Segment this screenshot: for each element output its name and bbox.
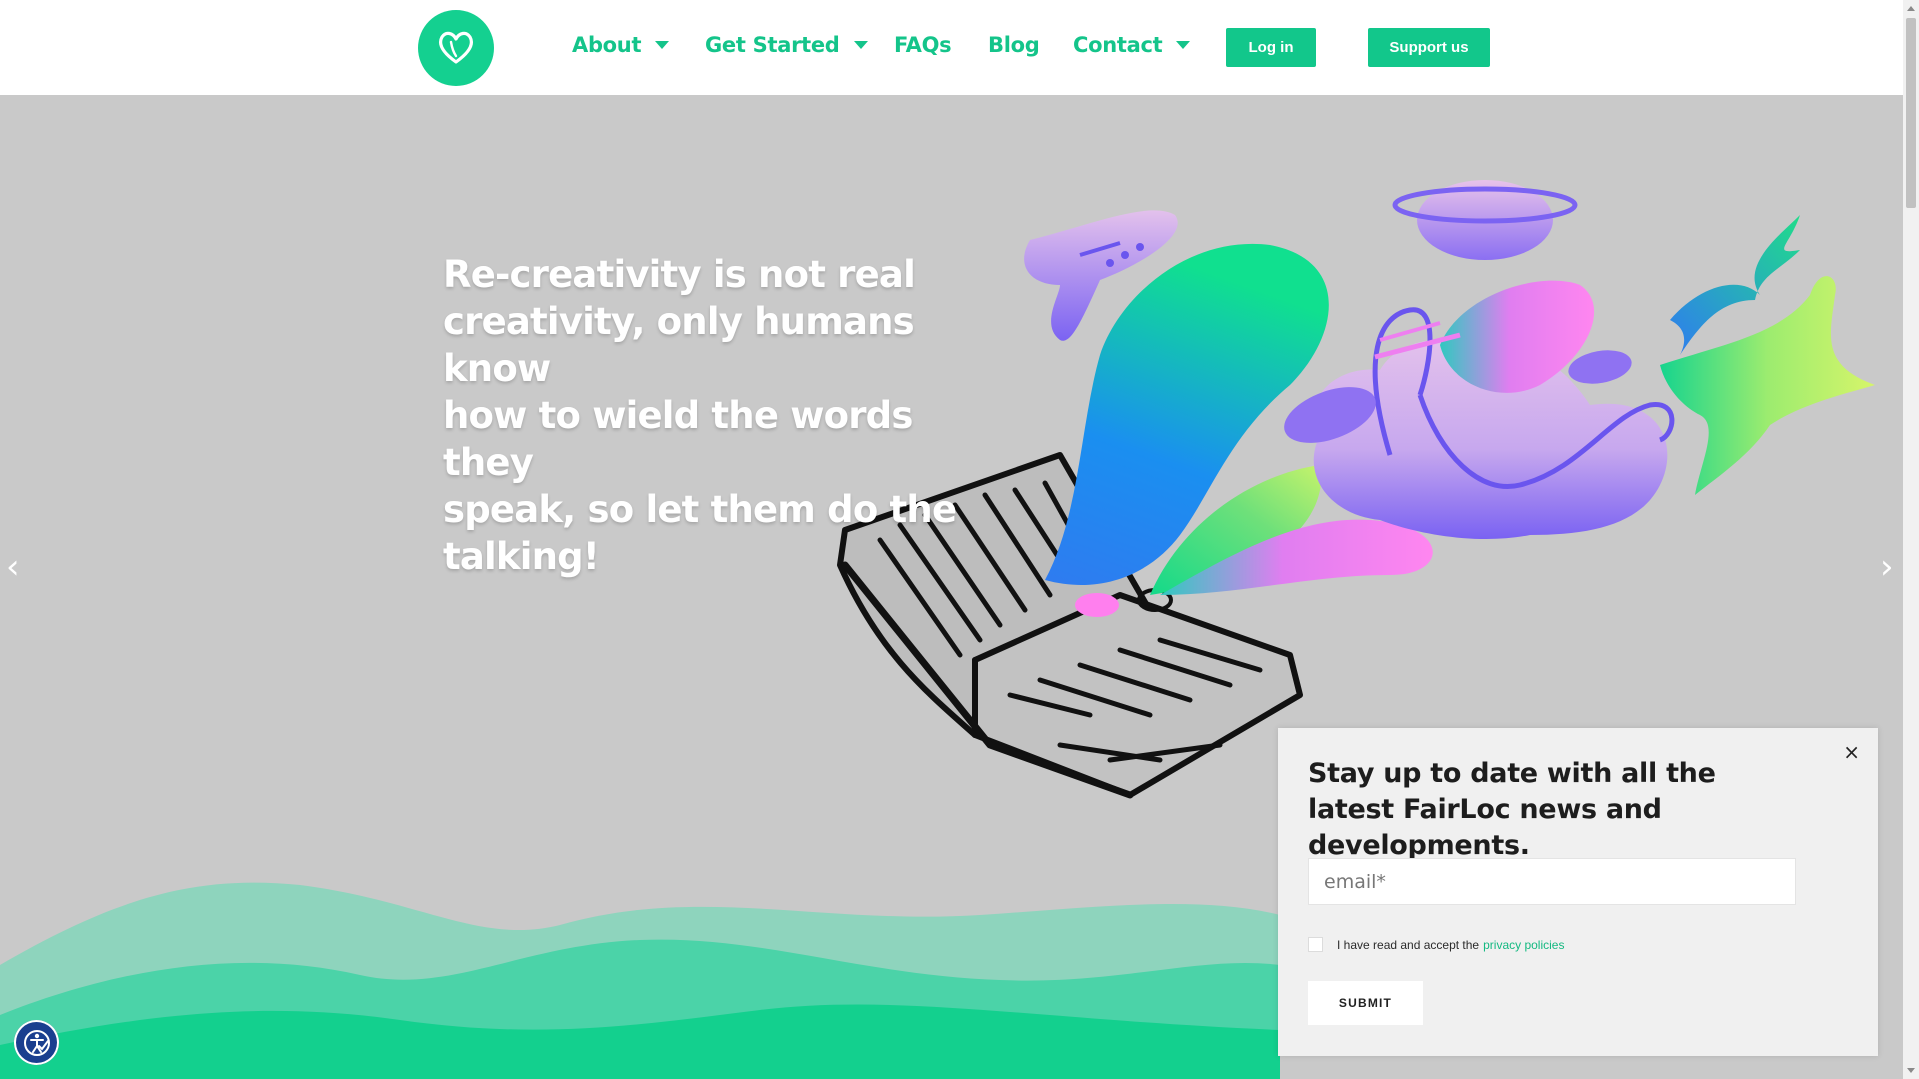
hero-line: talking! [443,535,600,578]
privacy-consent: I have read and accept the privacy polic… [1308,937,1564,952]
caret-down-icon [1176,41,1191,49]
login-button[interactable]: Log in [1226,28,1316,67]
nav-about-label: About [572,33,642,57]
hero-line: speak, so let them do the [443,488,957,531]
heart-icon [438,31,474,64]
nav-contact[interactable]: Contact [1073,33,1191,57]
newsletter-popup: × Stay up to date with all the latest Fa… [1278,728,1878,1056]
hero-line: Re-creativity is not real [443,253,916,296]
hero-quote: Re-creativity is not real creativity, on… [443,251,1003,580]
consent-label: I have read and accept the [1337,937,1480,952]
logo[interactable] [418,10,494,86]
site-header: About Get Started FAQs Blog Contact Log … [0,0,1903,95]
accessibility-button[interactable] [14,1020,59,1065]
email-field[interactable] [1308,858,1796,905]
scroll-down-icon[interactable] [1907,1068,1915,1073]
caret-down-icon [853,41,868,49]
support-us-button[interactable]: Support us [1368,28,1490,67]
nav-get-started[interactable]: Get Started [705,33,868,57]
page-scrollbar[interactable] [1903,0,1919,1079]
accessibility-icon [23,1029,50,1056]
scroll-thumb[interactable] [1906,18,1916,208]
privacy-checkbox[interactable] [1308,937,1323,952]
privacy-policies-link[interactable]: privacy policies [1483,938,1564,952]
popup-title: Stay up to date with all the latest Fair… [1308,758,1716,861]
scroll-up-icon[interactable] [1907,6,1915,11]
nav-about[interactable]: About [572,33,670,57]
nav-blog[interactable]: Blog [988,33,1040,57]
nav-contact-label: Contact [1073,33,1163,57]
nav-get-started-label: Get Started [705,33,840,57]
close-icon[interactable]: × [1843,740,1860,764]
chevron-left-icon[interactable]: ‹ [6,547,20,587]
nav-blog-label: Blog [988,33,1040,57]
chevron-right-icon[interactable]: › [1880,547,1894,587]
nav-faqs[interactable]: FAQs [894,33,952,57]
nav-faqs-label: FAQs [894,33,952,57]
submit-button[interactable]: SUBMIT [1308,981,1423,1025]
hero-line: creativity, only humans know [443,300,915,390]
hero-line: how to wield the words they [443,394,913,484]
caret-down-icon [655,41,670,49]
